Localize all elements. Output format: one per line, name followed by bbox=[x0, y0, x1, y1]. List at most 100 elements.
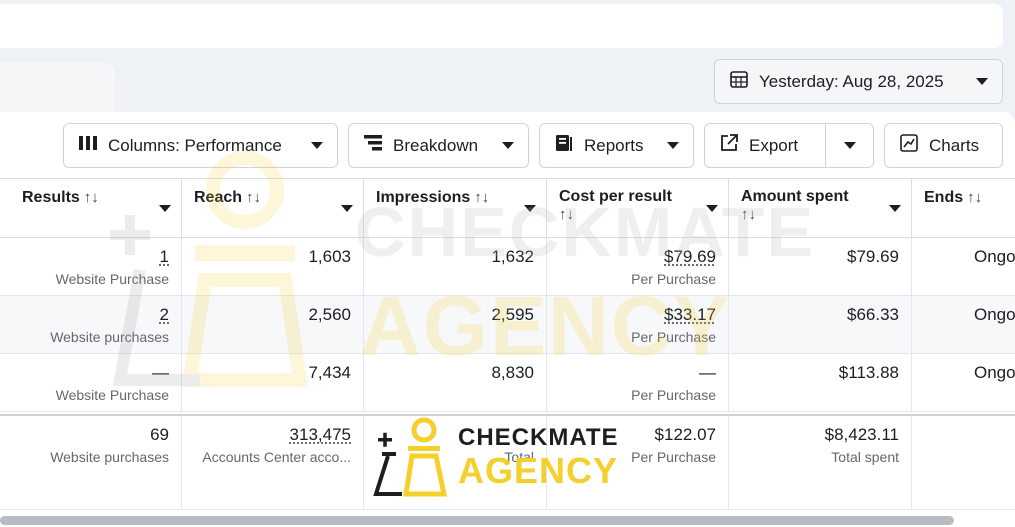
horizontal-scrollbar[interactable] bbox=[0, 516, 954, 525]
cell-spent: $113.88 bbox=[729, 354, 912, 411]
cell-cost: — Per Purchase bbox=[547, 354, 729, 411]
total-spent: $8,423.11 Total spent bbox=[729, 416, 912, 509]
total-results-value: 69 bbox=[150, 425, 169, 444]
cell-cost: $79.69 Per Purchase bbox=[547, 238, 729, 295]
cell-impressions: 2,595 bbox=[364, 296, 547, 353]
total-cost-value: $122.07 bbox=[654, 425, 716, 444]
header-amount-spent[interactable]: Amount spent ↑↓ bbox=[729, 179, 912, 238]
table-row[interactable]: 1 Website Purchase 1,603 1,632 $79.69 Pe… bbox=[0, 238, 1015, 296]
export-split-button: Export bbox=[704, 123, 874, 168]
cell-results: — Website Purchase bbox=[0, 354, 182, 411]
header-results[interactable]: Results ↑↓ bbox=[0, 179, 182, 238]
columns-button[interactable]: Columns: Performance bbox=[63, 123, 338, 168]
export-options-button[interactable] bbox=[826, 124, 873, 167]
ends-value: Ongo bbox=[974, 305, 1015, 324]
date-range-label: Yesterday: Aug 28, 2025 bbox=[759, 71, 944, 91]
columns-icon bbox=[78, 135, 98, 156]
results-value[interactable]: 2 bbox=[8, 304, 169, 326]
cell-reach: 7,434 bbox=[182, 354, 364, 411]
cost-value[interactable]: $33.17 bbox=[555, 304, 716, 326]
table-total-row: 69 Website purchases 313,475 Accounts Ce… bbox=[0, 414, 1015, 510]
header-impressions-label: Impressions bbox=[376, 189, 471, 206]
chevron-down-icon[interactable] bbox=[706, 205, 718, 212]
tab-strip[interactable] bbox=[0, 62, 115, 114]
cell-ends: Ongo bbox=[912, 296, 1015, 353]
spent-value: $113.88 bbox=[838, 363, 899, 382]
cell-impressions: 1,632 bbox=[364, 238, 547, 295]
reach-value: 1,603 bbox=[308, 247, 351, 266]
header-results-label: Results bbox=[22, 189, 80, 206]
cost-type: Per Purchase bbox=[631, 387, 716, 403]
results-value: — bbox=[152, 363, 169, 382]
date-range-button[interactable]: Yesterday: Aug 28, 2025 bbox=[714, 59, 1003, 104]
header-ends[interactable]: Ends ↑↓ bbox=[912, 179, 1015, 238]
spent-value: $66.33 bbox=[847, 305, 899, 324]
top-bar bbox=[0, 4, 1003, 48]
header-reach[interactable]: Reach ↑↓ bbox=[182, 179, 364, 238]
reports-icon bbox=[554, 133, 574, 158]
cost-value[interactable]: $79.69 bbox=[555, 246, 716, 268]
chevron-down-icon bbox=[843, 142, 856, 149]
chevron-down-icon bbox=[667, 142, 679, 149]
breakdown-icon bbox=[363, 134, 383, 157]
results-type: Website purchases bbox=[50, 329, 169, 345]
impressions-value: 8,830 bbox=[491, 363, 534, 382]
chevron-down-icon[interactable] bbox=[341, 205, 353, 212]
charts-button[interactable]: Charts bbox=[884, 123, 1003, 168]
export-icon bbox=[719, 133, 739, 158]
results-value[interactable]: 1 bbox=[8, 246, 169, 268]
header-ends-label: Ends bbox=[924, 189, 964, 206]
cost-type: Per Purchase bbox=[631, 271, 716, 287]
sort-icon[interactable]: ↑↓ bbox=[84, 189, 99, 206]
impressions-value: 2,595 bbox=[491, 305, 534, 324]
header-spent-label: Amount spent bbox=[741, 188, 849, 205]
total-cost: $122.07 Per Purchase bbox=[547, 416, 729, 509]
table-row[interactable]: 2 Website purchases 2,560 2,595 $33.17 P… bbox=[0, 296, 1015, 354]
chevron-down-icon bbox=[976, 78, 988, 85]
total-spent-type: Total spent bbox=[831, 449, 899, 465]
total-results: 69 Website purchases bbox=[0, 416, 182, 509]
reach-value: 2,560 bbox=[308, 305, 351, 324]
export-button[interactable]: Export bbox=[705, 124, 825, 167]
chevron-down-icon bbox=[311, 142, 323, 149]
cell-reach: 2,560 bbox=[182, 296, 364, 353]
cell-results: 1 Website Purchase bbox=[0, 238, 182, 295]
table-header-row: Results ↑↓ Reach ↑↓ Impressions ↑↓ Cost per… bbox=[0, 178, 1015, 238]
cell-reach: 1,603 bbox=[182, 238, 364, 295]
sort-icon[interactable]: ↑↓ bbox=[967, 189, 982, 206]
cell-cost: $33.17 Per Purchase bbox=[547, 296, 729, 353]
sort-icon[interactable]: ↑↓ bbox=[246, 189, 261, 206]
reports-button[interactable]: Reports bbox=[539, 123, 694, 168]
chevron-down-icon bbox=[502, 142, 514, 149]
total-reach-value[interactable]: 313,475 bbox=[190, 424, 351, 446]
chevron-down-icon[interactable] bbox=[159, 205, 171, 212]
breakdown-button[interactable]: Breakdown bbox=[348, 123, 529, 168]
cell-ends: Ongo bbox=[912, 238, 1015, 295]
chevron-down-icon[interactable] bbox=[889, 205, 901, 212]
chevron-down-icon[interactable] bbox=[524, 205, 536, 212]
reach-value: 7,434 bbox=[308, 363, 351, 382]
total-ends bbox=[912, 416, 1015, 509]
chart-icon bbox=[899, 133, 919, 158]
total-spent-value: $8,423.11 bbox=[824, 425, 899, 444]
sort-icon[interactable]: ↑↓ bbox=[474, 189, 489, 206]
results-type: Website Purchase bbox=[55, 271, 169, 287]
cost-type: Per Purchase bbox=[631, 329, 716, 345]
sort-icon[interactable]: ↑↓ bbox=[741, 206, 756, 223]
ends-value: Ongo bbox=[974, 247, 1015, 266]
sort-icon[interactable]: ↑↓ bbox=[559, 206, 574, 223]
total-impressions: Total bbox=[364, 416, 547, 509]
header-impressions[interactable]: Impressions ↑↓ bbox=[364, 179, 547, 238]
cell-spent: $66.33 bbox=[729, 296, 912, 353]
results-panel: Columns: Performance Breakdown Reports E… bbox=[0, 112, 1015, 527]
ends-value: Ongo bbox=[974, 363, 1015, 382]
table-row[interactable]: — Website Purchase 7,434 8,830 — Per Pur… bbox=[0, 354, 1015, 412]
breakdown-label: Breakdown bbox=[393, 135, 479, 155]
total-reach-type: Accounts Center acco... bbox=[202, 449, 351, 465]
header-cost-per-result[interactable]: Cost per result ↑↓ bbox=[547, 179, 729, 238]
total-results-type: Website purchases bbox=[50, 449, 169, 465]
total-cost-type: Per Purchase bbox=[631, 449, 716, 465]
header-reach-label: Reach bbox=[194, 189, 243, 206]
reports-label: Reports bbox=[584, 135, 644, 155]
results-type: Website Purchase bbox=[55, 387, 169, 403]
